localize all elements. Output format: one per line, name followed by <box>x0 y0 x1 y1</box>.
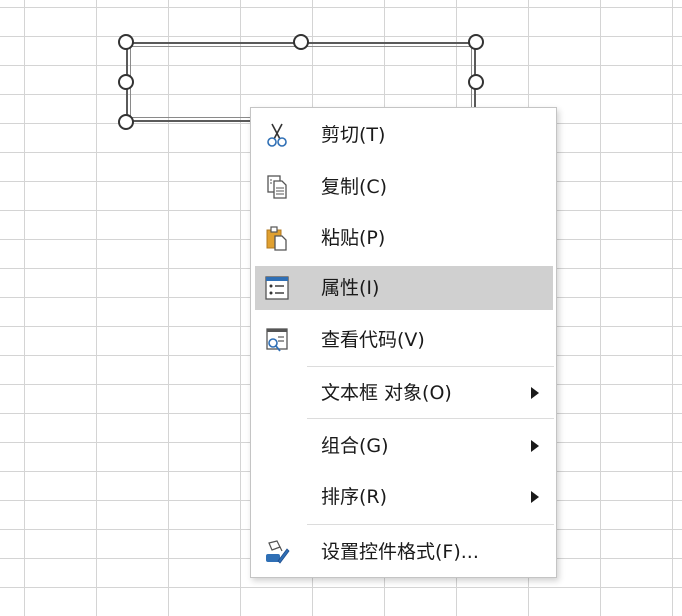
scissors-icon <box>263 122 291 148</box>
menu-separator <box>307 418 554 419</box>
menu-item-label: 文本框 对象(O) <box>321 382 452 404</box>
properties-icon <box>263 275 291 301</box>
menu-separator <box>307 366 554 367</box>
view-code-icon <box>263 327 291 353</box>
context-menu: 剪切(T) 复制(C) 粘贴(P) 属性(I) 查看代码(V) 文本框 对象(O… <box>250 107 557 578</box>
menu-item-paste[interactable]: 粘贴(P) <box>255 216 553 260</box>
paste-icon <box>263 225 291 251</box>
menu-item-textbox-object[interactable]: 文本框 对象(O) <box>255 371 553 415</box>
resize-handle-top-center[interactable] <box>293 34 309 50</box>
menu-item-label: 粘贴(P) <box>321 227 386 249</box>
menu-item-view-code[interactable]: 查看代码(V) <box>255 318 553 362</box>
submenu-arrow-icon <box>531 387 539 399</box>
menu-item-label: 属性(I) <box>321 277 380 299</box>
menu-separator <box>307 524 554 525</box>
menu-item-group[interactable]: 组合(G) <box>255 424 553 468</box>
submenu-arrow-icon <box>531 440 539 452</box>
submenu-arrow-icon <box>531 491 539 503</box>
menu-item-copy[interactable]: 复制(C) <box>255 165 553 209</box>
menu-item-properties[interactable]: 属性(I) <box>255 266 553 310</box>
format-control-icon <box>263 539 291 565</box>
menu-item-label: 排序(R) <box>321 486 388 508</box>
menu-item-cut[interactable]: 剪切(T) <box>255 113 553 157</box>
menu-item-label: 复制(C) <box>321 176 388 198</box>
menu-item-label: 组合(G) <box>321 435 389 457</box>
menu-item-order[interactable]: 排序(R) <box>255 475 553 519</box>
resize-handle-middle-left[interactable] <box>118 74 134 90</box>
menu-item-label: 剪切(T) <box>321 124 386 146</box>
resize-handle-top-left[interactable] <box>118 34 134 50</box>
resize-handle-bottom-left[interactable] <box>118 114 134 130</box>
menu-item-label: 查看代码(V) <box>321 329 425 351</box>
menu-item-format-control[interactable]: 设置控件格式(F)... <box>255 530 553 574</box>
copy-icon <box>263 174 291 200</box>
resize-handle-top-right[interactable] <box>468 34 484 50</box>
resize-handle-middle-right[interactable] <box>468 74 484 90</box>
menu-item-label: 设置控件格式(F)... <box>321 541 479 563</box>
